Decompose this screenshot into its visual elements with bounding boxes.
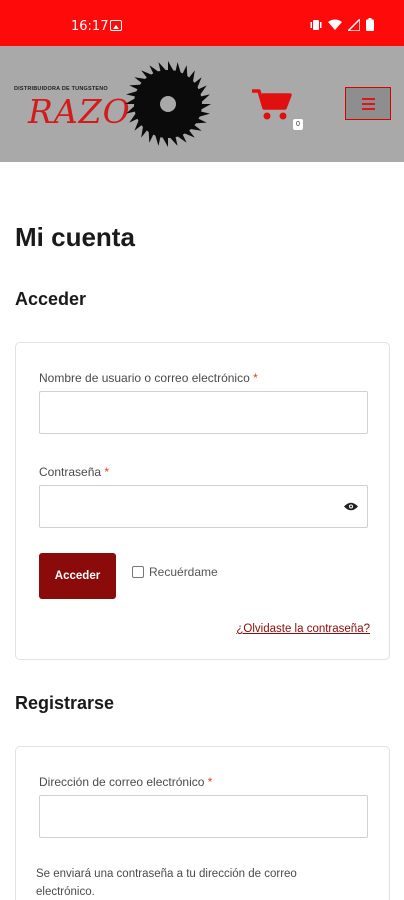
signal-icon xyxy=(348,18,360,31)
show-password-icon[interactable] xyxy=(344,502,358,511)
saw-tooth xyxy=(200,104,211,110)
hamburger-icon-line xyxy=(361,107,375,110)
gallery-icon xyxy=(110,20,122,31)
cart-icon[interactable] xyxy=(252,88,292,122)
email-label: Dirección de correo electrónico * xyxy=(39,775,213,789)
password-input[interactable] xyxy=(39,485,368,528)
vibrate-icon xyxy=(310,19,322,30)
wifi-icon xyxy=(328,19,342,30)
login-button[interactable]: Acceder xyxy=(39,553,116,599)
remember-me[interactable]: Recuérdame xyxy=(132,565,218,579)
saw-blade-icon xyxy=(125,61,211,147)
username-input[interactable] xyxy=(39,391,368,434)
forgot-password-link[interactable]: ¿Olvidaste la contraseña? xyxy=(236,623,370,635)
saw-tooth xyxy=(162,136,168,147)
remember-label: Recuérdame xyxy=(149,565,218,579)
login-title: Acceder xyxy=(15,289,87,309)
register-form: Dirección de correo electrónico * Se env… xyxy=(15,746,390,900)
email-input[interactable] xyxy=(39,795,368,838)
page-title: Mi cuenta xyxy=(15,222,135,252)
hamburger-icon-line xyxy=(361,97,375,100)
hamburger-icon-line xyxy=(361,102,375,105)
saw-tooth xyxy=(168,61,174,72)
status-time: 16:17 xyxy=(71,19,109,34)
battery-icon xyxy=(366,18,374,31)
register-title: Registrarse xyxy=(15,693,115,713)
required-mark: * xyxy=(104,465,110,479)
login-form: Nombre de usuario o correo electrónico *… xyxy=(15,342,390,660)
required-mark: * xyxy=(253,371,258,385)
required-mark: * xyxy=(207,775,213,789)
remember-checkbox[interactable] xyxy=(132,566,144,578)
saw-tooth xyxy=(125,98,136,104)
password-label: Contraseña * xyxy=(39,465,110,479)
status-bar: 16:17 xyxy=(0,0,404,46)
logo-text: RAZO xyxy=(28,92,131,131)
status-icons xyxy=(310,18,374,31)
site-header: DISTRIBUIDORA DE TUNGSTENO RAZO 0 xyxy=(0,46,404,162)
cart-count-badge: 0 xyxy=(293,119,303,130)
menu-button[interactable] xyxy=(345,87,391,120)
username-label: Nombre de usuario o correo electrónico * xyxy=(39,371,258,385)
password-notice: Se enviará una contraseña a tu dirección… xyxy=(36,868,297,898)
